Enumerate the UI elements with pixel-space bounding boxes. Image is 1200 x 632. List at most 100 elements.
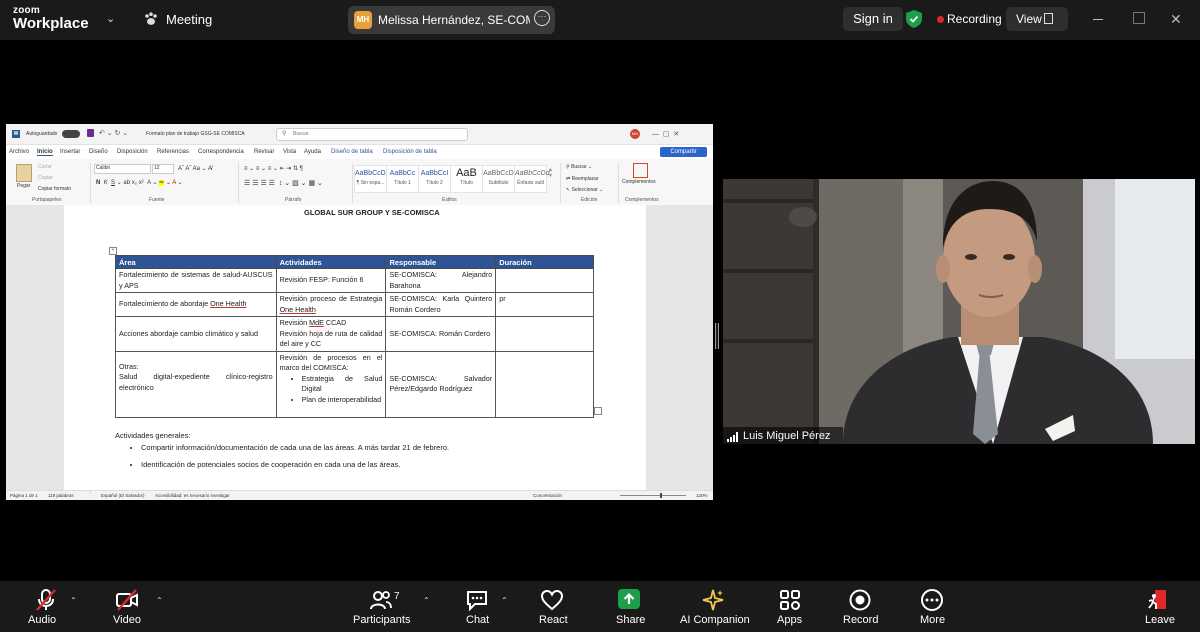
table-cell[interactable]: Revisión proceso de Estrategia One Healt… — [275, 292, 387, 317]
chat-options-icon[interactable]: ⌃ — [501, 596, 508, 605]
align-icons[interactable]: ☰ ☰ ☰ ☰ ↕ ⌄ ▧ ⌄ ▦ ⌄ — [244, 179, 323, 187]
participant-video[interactable] — [723, 179, 1195, 444]
table-cell[interactable] — [495, 316, 594, 352]
chat-icon[interactable] — [465, 588, 489, 612]
tab-disposicion[interactable]: Disposición — [117, 149, 148, 155]
ai-companion-button[interactable]: AI Companion — [680, 614, 750, 626]
more-icon[interactable] — [920, 588, 944, 612]
style-no-spacing[interactable]: AaBbCcDd ¶ Sin espa... — [354, 165, 390, 193]
tab-diseno-tabla[interactable]: Diseño de tabla — [331, 149, 373, 155]
shared-screen[interactable]: W Autoguardado ↶ ⌄ ↻ ⌄ Formato plan de t… — [6, 124, 713, 500]
tab-disposicion-tabla[interactable]: Disposición de tabla — [383, 149, 437, 155]
table-resize-handle-icon[interactable] — [594, 407, 602, 415]
close-icon[interactable]: ✕ — [1170, 11, 1182, 28]
table-cell[interactable]: Revisión MdE CCAD Revisión hoja de ruta d… — [275, 316, 387, 352]
paste-icon[interactable] — [16, 164, 32, 182]
table-cell[interactable]: SE-COMISCA: Román Cordero — [385, 316, 497, 352]
table-cell[interactable]: Acciones abordaje cambio climático y sal… — [115, 316, 277, 352]
ai-companion-sparkle-icon[interactable] — [701, 588, 725, 612]
table-cell[interactable]: Fortalecimiento de abordaje One Health — [115, 292, 277, 317]
cut-button[interactable]: Cortar — [38, 164, 52, 170]
tab-referencias[interactable]: Referencias — [157, 149, 189, 155]
apps-button[interactable]: Apps — [777, 614, 802, 626]
find-button[interactable]: ⚲ Buscar ⌄ — [566, 164, 592, 170]
table-cell[interactable]: pr — [495, 292, 594, 317]
document-file-name[interactable]: Formato plan de trabajo GSG-SE COMISCA — [146, 131, 245, 137]
table-cell[interactable] — [495, 350, 594, 418]
zoom-level[interactable]: 120% — [696, 493, 708, 498]
document-page[interactable]: GLOBAL SUR GROUP Y SE-COMISCA + Área Act… — [64, 205, 646, 491]
recording-status[interactable]: Recording — [947, 12, 1002, 26]
addins-icon[interactable] — [633, 163, 648, 178]
zoom-slider[interactable] — [620, 495, 686, 496]
copy-button[interactable]: Copiar — [38, 175, 53, 181]
sign-in-button[interactable]: Sign in — [843, 7, 903, 31]
save-icon[interactable] — [87, 129, 94, 137]
tab-diseno[interactable]: Diseño — [89, 149, 108, 155]
share-screen-icon[interactable] — [618, 589, 640, 609]
security-shield-icon[interactable] — [906, 10, 922, 28]
table-cell[interactable]: SE-COMISCA: Salvador Pérez/Edgardo Rodrí… — [385, 350, 497, 418]
table-cell[interactable] — [495, 268, 594, 293]
record-icon[interactable] — [848, 588, 872, 612]
tab-ayuda[interactable]: Ayuda — [304, 149, 321, 155]
style-subtle-emphasis[interactable]: AaBbCcDd Énfasis sutil — [514, 165, 550, 193]
select-button[interactable]: ↖ Seleccionar ⌄ — [566, 187, 603, 193]
user-avatar[interactable]: MH — [630, 129, 640, 139]
tab-insertar[interactable]: Insertar — [60, 149, 80, 155]
leave-button[interactable]: Leave — [1145, 614, 1175, 626]
video-off-icon[interactable] — [115, 588, 139, 612]
paste-label[interactable]: Pegar — [17, 183, 30, 189]
table-cell[interactable]: Otras: Salud digital-expediente clínico-r… — [115, 350, 277, 418]
microphone-muted-icon[interactable] — [34, 588, 58, 612]
chat-button[interactable]: Chat — [466, 614, 489, 626]
list-icons[interactable]: ≡ ⌄ ≡ ⌄ ≡ ⌄ ⇤ ⇥ ⇅ ¶ — [244, 165, 303, 172]
addins-label[interactable]: Complementos — [622, 179, 656, 185]
style-heading-1[interactable]: AaBbCc Título 1 — [386, 165, 419, 193]
video-options-icon[interactable]: ⌃ — [156, 596, 163, 605]
table-cell[interactable]: Revisión FESP: Función 6 — [275, 268, 387, 293]
participants-options-icon[interactable]: ⌃ — [423, 596, 430, 605]
page-count[interactable]: Página 1 de 1 — [10, 493, 38, 498]
table-cell[interactable]: Fortalecimiento de sistemas de salud-AUS… — [115, 268, 277, 293]
language-status[interactable]: Español (El Salvador) — [101, 493, 145, 498]
audio-button[interactable]: Audio — [28, 614, 56, 626]
heart-icon[interactable] — [540, 588, 564, 612]
font-format-icons[interactable]: N K S ⌄ ab x₂ x² A ⌄ ✏ ⌄ A ⌄ — [96, 179, 183, 186]
leave-door-icon[interactable] — [1146, 588, 1170, 612]
participants-icon[interactable] — [369, 588, 393, 612]
more-button[interactable]: More — [920, 614, 945, 626]
table-cell[interactable]: Revisión de procesos en el marco del COM… — [275, 350, 387, 418]
accessibility-status[interactable]: Accesibilidad: es necesario investigar — [155, 493, 230, 498]
proofing-icon[interactable]: 📄 — [86, 492, 92, 498]
replace-button[interactable]: ⇄ Reemplazar — [566, 176, 599, 182]
tab-revisar[interactable]: Revisar — [254, 149, 274, 155]
table-cell[interactable]: SE-COMISCA: Alejandro Barahona — [385, 268, 497, 293]
window-controls-icon[interactable]: — ▢ ✕ — [652, 130, 679, 138]
autosave-toggle[interactable] — [62, 130, 80, 138]
styles-scroll-icon[interactable]: ▲ ▼ — [548, 167, 553, 179]
react-button[interactable]: React — [539, 614, 568, 626]
font-size-icons[interactable]: Aˆ Aˇ Aa ⌄ A̸ — [178, 165, 212, 172]
splitter-handle-icon[interactable] — [715, 323, 719, 349]
style-subtitle[interactable]: AaBbCcD Subtítulo — [482, 165, 515, 193]
audio-options-icon[interactable]: ⌃ — [70, 596, 77, 605]
more-options-icon[interactable]: ··· — [534, 10, 550, 26]
tab-archivo[interactable]: Archivo — [9, 149, 29, 155]
word-count[interactable]: 119 palabras — [48, 493, 74, 498]
maximize-icon[interactable] — [1133, 12, 1145, 24]
chevron-down-icon[interactable]: ⌄ — [106, 12, 115, 25]
tab-vista[interactable]: Vista — [283, 149, 296, 155]
format-painter-button[interactable]: Copiar formato — [38, 186, 71, 192]
participants-button[interactable]: Participants — [353, 614, 410, 626]
zoom-slider-thumb[interactable] — [660, 493, 662, 498]
tab-inicio[interactable]: Inicio — [37, 149, 53, 156]
table-move-handle-icon[interactable]: + — [109, 247, 117, 255]
focus-mode[interactable]: Concentración — [533, 493, 562, 498]
style-title[interactable]: AaB Título — [450, 165, 483, 193]
minimize-icon[interactable] — [1093, 19, 1103, 20]
video-button[interactable]: Video — [113, 614, 141, 626]
undo-icon[interactable]: ↶ ⌄ ↻ ⌄ — [99, 129, 128, 137]
record-button[interactable]: Record — [843, 614, 878, 626]
share-doc-button[interactable]: Compartir — [660, 147, 707, 157]
